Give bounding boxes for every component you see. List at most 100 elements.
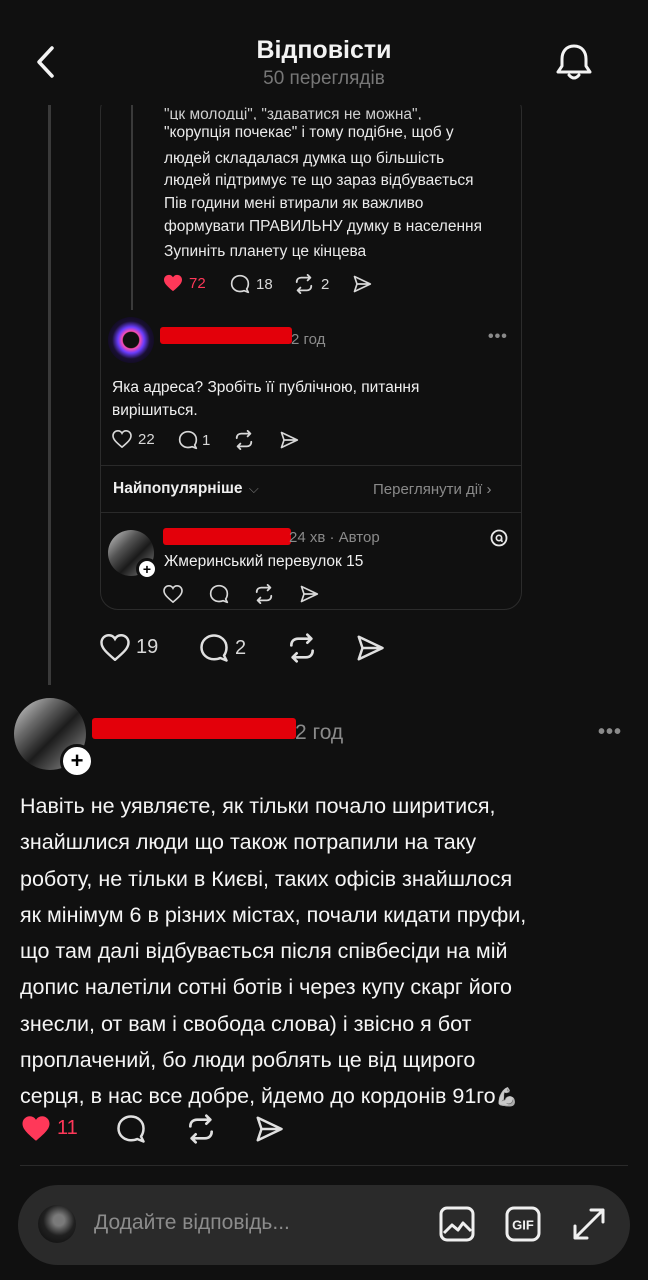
more-icon[interactable]: ••• [598,721,622,744]
svg-text:GIF: GIF [512,1218,534,1233]
divider [20,1165,628,1166]
top-bar: Відповісти 50 переглядів [0,0,648,105]
post-repost-button[interactable] [286,633,318,663]
reply-text-line: вирішиться. [112,402,198,419]
post-body-line-text: серця, в нас все добре, йдемо до кордоні… [20,1084,496,1109]
heart-icon [112,430,132,448]
comment-icon [230,274,250,294]
post-body-line: допис налетіли сотні ботів і через купу … [20,975,513,1000]
quoted-post-line: людей підтримує те що зараз відбувається [164,172,474,189]
comment-icon [117,1115,145,1143]
like-count: 19 [136,636,159,658]
author-like-button[interactable] [163,585,183,603]
quoted-post-line: "корупція почекає" і тому подібне, щоб у [164,124,454,141]
main-comment-button[interactable] [116,1114,146,1144]
reply-count: 1 [202,431,211,449]
redacted-username [160,327,292,344]
post-share-button[interactable] [355,633,385,663]
comment-icon [178,430,198,450]
reply-share-button[interactable] [279,430,299,450]
quoted-post-line: Пів години мені втирали як важливо [164,195,424,212]
repost-icon [235,430,253,450]
reply-like-button[interactable]: 22 [112,430,155,448]
reply-text: Яка адреса? Зробіть її публічною, питанн… [112,376,419,422]
repost-icon [295,274,313,294]
view-activity-link[interactable]: Переглянути дії › [373,481,491,498]
quoted-repost-button[interactable]: 2 [293,274,329,294]
redacted-username [163,528,291,545]
view-count: 50 переглядів [263,68,385,89]
comment-icon [209,584,229,604]
quoted-post-line: формувати ПРАВИЛЬНУ думку в населення [164,218,482,235]
post-body-line: що там далі відбувається після співбесід… [20,939,508,964]
main-share-button[interactable] [254,1114,284,1144]
reply-repost-button[interactable] [233,430,255,450]
quoted-reply-button[interactable]: 18 [230,274,273,294]
share-icon [280,431,299,449]
reply-composer[interactable]: Додайте відповідь... GIF [18,1185,630,1265]
post-time: 2 год [295,721,344,744]
share-icon [353,275,372,293]
follow-plus-icon[interactable]: + [136,558,158,580]
quoted-post-line: людей складалася думка що більшість [164,150,445,167]
post-body-line: Навіть не уявляєте, як тільки почало шир… [20,794,496,818]
redacted-username [92,718,296,739]
inner-thread-line [131,105,133,310]
sort-selector[interactable]: Найпопулярніше ⌵ [113,480,259,498]
share-icon [256,1116,283,1142]
flexed-biceps-emoji: 💪 [495,1087,519,1108]
like-count: 11 [57,1117,78,1139]
bell-icon [556,44,592,80]
expand-button[interactable] [570,1205,608,1243]
quoted-post-cut-line: "цк молодці", "здаватися не можна", [164,106,422,120]
reply-comment-button[interactable]: 1 [178,430,210,450]
heart-icon [163,585,183,603]
reply-count: 18 [256,275,273,293]
avatar[interactable] [108,317,154,363]
divider [101,465,521,466]
post-body-line: знайшлися люди що також потрапили на так… [20,830,477,855]
author-repost-button[interactable] [253,584,275,604]
page-title: Відповісти [256,36,392,64]
like-count: 72 [189,274,206,292]
main-like-button[interactable]: 11 [21,1115,78,1142]
heart-icon [100,634,130,661]
heart-icon [164,274,182,292]
post-body-line: роботу, не тільки в Києві, таких офісів … [20,866,513,891]
more-icon[interactable]: ••• [488,328,508,346]
reply-text-line: Яка адреса? Зробіть її публічною, питанн… [112,379,420,396]
gif-button[interactable]: GIF [504,1205,542,1243]
author-reply-text: Жмеринський перевулок 15 [164,553,364,570]
threads-logo-icon [489,528,509,548]
post-time: 2 год [291,331,326,348]
author-share-button[interactable] [299,584,319,604]
sort-label: Найпопулярніше [113,480,243,497]
share-icon [357,635,384,661]
gif-icon: GIF [505,1206,541,1242]
share-icon [300,585,319,603]
notifications-button[interactable] [552,40,596,84]
chevron-down-icon: ⌵ [248,481,259,496]
post-comment-button[interactable]: 2 [199,633,246,663]
like-count: 22 [138,430,155,448]
repost-icon [255,584,273,604]
post-body-line: серця, в нас все добре, йдемо до кордоні… [20,1078,640,1115]
heart-icon [22,1116,50,1141]
chevron-right-icon: › [486,481,492,498]
my-avatar [38,1205,76,1243]
main-repost-button[interactable] [185,1114,217,1144]
image-button[interactable] [438,1205,476,1243]
post-like-button[interactable]: 19 [100,634,158,661]
author-comment-button[interactable] [209,584,229,604]
post-body-line: проплачений, бо люди роблять це від щиро… [20,1048,476,1073]
divider [101,512,521,513]
reply-count: 2 [235,636,247,659]
repost-icon [290,633,314,663]
quoted-post-line: Зупиніть планету це кінцева [164,243,367,260]
post-time: 24 хв · Автор [289,529,380,546]
follow-plus-icon[interactable]: + [60,744,94,778]
quoted-like-button[interactable]: 72 [163,274,206,292]
view-activity-label: Переглянути дії [373,481,483,498]
quoted-share-button[interactable] [352,274,372,294]
reply-input[interactable]: Додайте відповідь... [94,1211,290,1235]
